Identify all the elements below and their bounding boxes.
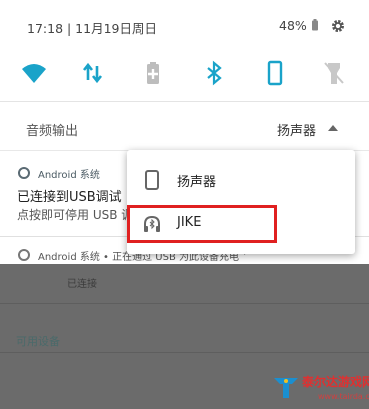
audio-output-value[interactable]: 扬声器: [277, 120, 316, 139]
notification-text[interactable]: 点按即可停用 USB 调: [17, 206, 133, 223]
status-battery: 48%: [279, 18, 319, 33]
status-time-date: 17:18 | 11月19日周日: [27, 21, 157, 36]
audio-output-dropdown: 扬声器 JIKE: [127, 150, 355, 254]
background-device-row: 已连接: [0, 264, 369, 304]
auto-rotate-tile[interactable]: [262, 60, 288, 86]
dropdown-item-speaker[interactable]: 扬声器: [127, 158, 355, 202]
watermark-name: 泰尔达游戏网: [302, 375, 369, 389]
watermark-logo-icon: [274, 378, 298, 398]
dropdown-item-label: 扬声器: [177, 175, 217, 190]
gear-icon[interactable]: [330, 18, 346, 34]
wifi-icon: [22, 64, 46, 83]
headphone-bluetooth-icon: [144, 215, 160, 232]
battery-saver-tile[interactable]: [140, 60, 166, 86]
audio-output-label: 音频输出: [26, 124, 79, 139]
chevron-up-icon[interactable]: [328, 125, 338, 131]
background-divider: [0, 352, 369, 353]
android-system-icon: [18, 167, 30, 179]
battery-charging-icon: [311, 19, 318, 31]
mobile-data-icon: [82, 62, 103, 84]
auto-rotate-icon: [267, 60, 283, 86]
bluetooth-icon: [207, 60, 222, 86]
dropdown-item-jike[interactable]: JIKE: [127, 202, 355, 246]
phone-speaker-icon: [145, 170, 159, 190]
background-connected-text: 已连接: [67, 279, 97, 290]
notification-app-name: Android 系统: [38, 170, 100, 181]
dropdown-item-label: JIKE: [177, 215, 202, 230]
flashlight-icon: [324, 62, 344, 84]
wifi-tile[interactable]: [21, 60, 47, 86]
battery-percent: 48%: [279, 18, 307, 33]
battery-saver-icon: [147, 62, 159, 84]
quick-settings-divider: [0, 101, 369, 102]
notification-title[interactable]: 已连接到USB调试: [17, 186, 122, 205]
watermark-url: www.tairda.com: [318, 392, 369, 401]
flashlight-tile[interactable]: [321, 60, 347, 86]
bluetooth-tile[interactable]: [201, 60, 227, 86]
mobile-data-tile[interactable]: [80, 60, 106, 86]
available-devices-heading: 可用设备: [16, 335, 60, 348]
android-system-icon: [18, 249, 30, 261]
